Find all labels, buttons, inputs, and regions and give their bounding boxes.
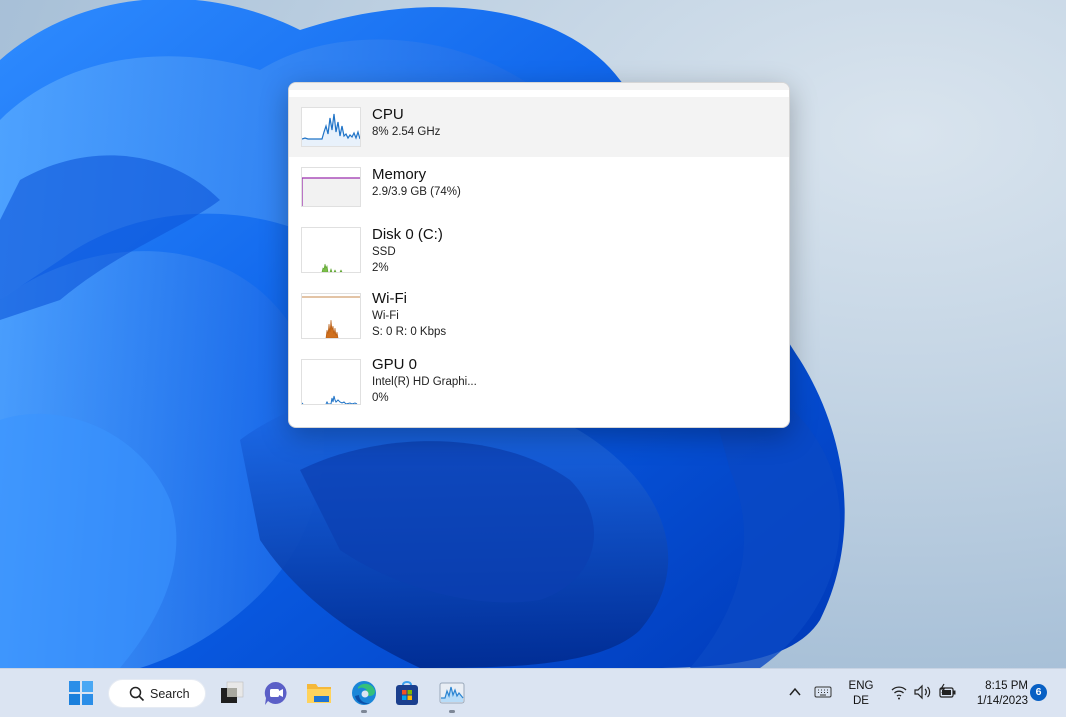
clock-button[interactable]: 8:15 PM 1/14/2023	[966, 679, 1028, 709]
item-detail: 8% 2.54 GHz	[372, 126, 441, 138]
performance-item-wifi[interactable]: Wi-Fi Wi-Fi S: 0 R: 0 Kbps	[289, 283, 789, 349]
clock-time: 8:15 PM	[985, 680, 1028, 692]
task-manager-running-indicator	[449, 710, 455, 713]
memory-graph-thumbnail	[301, 167, 361, 207]
performance-item-disk[interactable]: Disk 0 (C:) SSD 2%	[289, 217, 789, 283]
cpu-graph-thumbnail	[301, 107, 361, 147]
task-view-button[interactable]	[219, 679, 247, 707]
item-detail-2: 0%	[372, 392, 389, 404]
taskbar: Search ENG DE 8:15 PM 1/14/2023	[0, 668, 1066, 717]
task-manager-button[interactable]	[438, 679, 466, 707]
item-detail: 2.9/3.9 GB (74%)	[372, 186, 461, 198]
start-button[interactable]	[68, 680, 94, 706]
disk-usage-graph	[321, 263, 343, 272]
edge-browser-button[interactable]	[350, 679, 378, 707]
microsoft-store-icon	[396, 681, 418, 705]
touch-keyboard-button[interactable]	[814, 685, 832, 699]
cpu-graph-area	[302, 114, 360, 146]
teams-chat-button[interactable]	[262, 679, 290, 707]
memory-graph-line	[302, 177, 360, 206]
item-title: GPU 0	[372, 356, 418, 373]
gpu-usage-graph	[302, 395, 358, 404]
wifi-graph-thumbnail	[301, 293, 361, 339]
item-title: Disk 0 (C:)	[372, 226, 443, 243]
item-detail-2: S: 0 R: 0 Kbps	[372, 326, 447, 338]
popup-header-strip	[289, 83, 789, 90]
file-explorer-icon	[307, 684, 331, 703]
item-title: Memory	[372, 166, 427, 183]
teams-chat-icon	[264, 681, 287, 705]
windows-start-icon	[69, 681, 93, 705]
memory-graph-free	[302, 168, 360, 178]
input-language-button[interactable]: ENG DE	[843, 679, 879, 709]
gpu-graph-line	[302, 395, 358, 404]
task-view-icon	[221, 681, 244, 703]
taskbar-search-button[interactable]: Search	[108, 679, 206, 708]
disk-graph-spikes	[321, 263, 343, 272]
performance-item-gpu[interactable]: GPU 0 Intel(R) HD Graphi... 0%	[289, 349, 789, 415]
memory-usage-graph	[302, 168, 360, 206]
task-manager-icon	[439, 682, 465, 704]
notification-badge[interactable]: 6	[1030, 684, 1047, 701]
cpu-usage-graph	[302, 113, 360, 146]
wifi-usage-graph	[302, 296, 360, 338]
keyboard-layout: DE	[853, 695, 869, 707]
wifi-graph-spikes	[325, 319, 339, 338]
volume-icon	[914, 684, 931, 700]
language-code: ENG	[848, 680, 874, 692]
item-detail: SSD	[372, 246, 396, 258]
microsoft-store-button[interactable]	[393, 679, 421, 707]
wifi-icon	[891, 686, 907, 700]
disk-graph-thumbnail	[301, 227, 361, 273]
performance-item-memory[interactable]: Memory 2.9/3.9 GB (74%)	[289, 157, 789, 217]
battery-charging-icon	[939, 683, 956, 698]
item-detail: Wi-Fi	[372, 310, 399, 322]
edge-browser-icon	[352, 681, 376, 705]
performance-item-cpu[interactable]: CPU 8% 2.54 GHz	[289, 97, 789, 157]
file-explorer-button[interactable]	[305, 679, 333, 707]
item-detail-2: 2%	[372, 262, 389, 274]
show-hidden-icons-button[interactable]	[788, 685, 802, 699]
clock-date: 1/14/2023	[976, 695, 1028, 707]
quick-settings-button[interactable]	[888, 681, 960, 703]
performance-popup: CPU 8% 2.54 GHz Memory 2.9/3.9 GB (74%) …	[288, 82, 790, 428]
item-title: Wi-Fi	[372, 290, 407, 307]
item-title: CPU	[372, 106, 404, 123]
keyboard-icon	[814, 686, 832, 698]
search-label: Search	[150, 687, 190, 701]
chevron-up-icon	[789, 687, 801, 696]
search-icon	[129, 686, 145, 702]
item-detail: Intel(R) HD Graphi...	[372, 376, 477, 388]
gpu-graph-thumbnail	[301, 359, 361, 405]
edge-running-indicator	[361, 710, 367, 713]
